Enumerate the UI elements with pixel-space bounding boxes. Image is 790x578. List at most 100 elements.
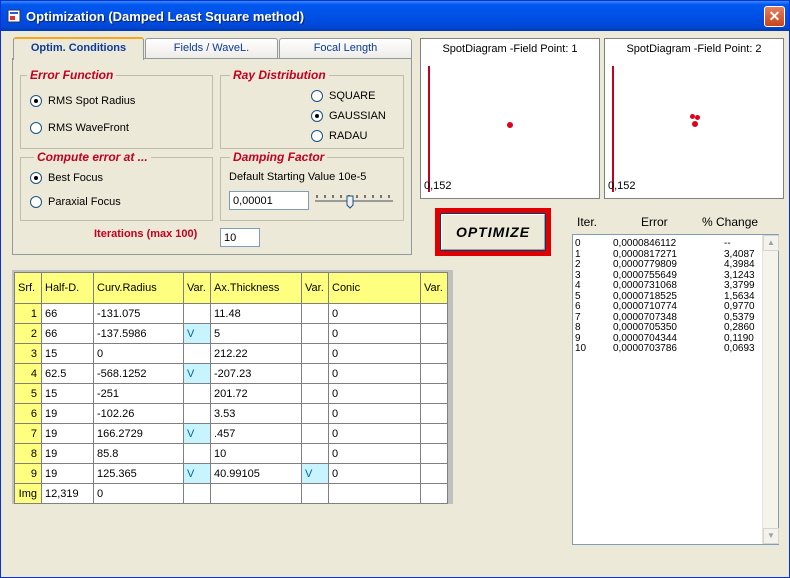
col-header-ax-thickness: Ax.Thickness xyxy=(210,272,302,304)
cell-ax-thickness[interactable]: .457 xyxy=(210,423,302,444)
cell-var-thick[interactable] xyxy=(301,343,329,364)
cell-ax-thickness[interactable]: 10 xyxy=(210,443,302,464)
cell-ax-thickness[interactable]: 212.22 xyxy=(210,343,302,364)
cell-var-conic[interactable] xyxy=(420,323,448,344)
cell-var-conic[interactable] xyxy=(420,443,448,464)
cell-curv-radius[interactable]: -102.26 xyxy=(93,403,184,424)
radio-rms-spot-radius[interactable]: RMS Spot Radius xyxy=(30,95,135,107)
cell-ax-thickness[interactable]: 201.72 xyxy=(210,383,302,404)
cell-conic[interactable]: 0 xyxy=(328,363,421,384)
cell-var-curv[interactable] xyxy=(183,483,211,504)
damping-slider[interactable] xyxy=(313,192,395,210)
cell-ax-thickness[interactable]: -207.23 xyxy=(210,363,302,384)
cell-conic[interactable]: 0 xyxy=(328,303,421,324)
cell-ax-thickness[interactable]: 3.53 xyxy=(210,403,302,424)
cell-var-conic[interactable] xyxy=(420,483,448,504)
iterations-input[interactable]: 10 xyxy=(220,228,260,247)
radio-radau[interactable]: RADAU xyxy=(311,130,368,142)
radio-paraxial-focus[interactable]: Paraxial Focus xyxy=(30,196,121,208)
change-header: % Change xyxy=(702,215,759,229)
iter-error: 0,0000731068 xyxy=(613,280,677,291)
cell-curv-radius[interactable]: -568.1252 xyxy=(93,363,184,384)
cell-curv-radius[interactable]: -251 xyxy=(93,383,184,404)
cell-curv-radius[interactable]: -131.075 xyxy=(93,303,184,324)
cell-half-d[interactable]: 12,319 xyxy=(41,483,94,504)
cell-half-d[interactable]: 19 xyxy=(41,423,94,444)
cell-var-thick[interactable] xyxy=(301,383,329,404)
cell-conic[interactable]: 0 xyxy=(328,403,421,424)
cell-srf: 5 xyxy=(14,383,42,404)
cell-var-curv[interactable] xyxy=(183,383,211,404)
cell-var-conic[interactable] xyxy=(420,363,448,384)
cell-curv-radius[interactable]: 125.365 xyxy=(93,463,184,484)
scroll-up-icon[interactable]: ▲ xyxy=(763,235,779,251)
tab-focal-length[interactable]: Focal Length xyxy=(279,38,412,59)
cell-ax-thickness[interactable]: 5 xyxy=(210,323,302,344)
cell-ax-thickness[interactable]: 11.48 xyxy=(210,303,302,324)
cell-half-d[interactable]: 66 xyxy=(41,323,94,344)
cell-var-curv[interactable] xyxy=(183,303,211,324)
cell-var-curv[interactable] xyxy=(183,403,211,424)
cell-var-conic[interactable] xyxy=(420,423,448,444)
cell-var-curv[interactable] xyxy=(183,343,211,364)
tab-optim-conditions[interactable]: Optim. Conditions xyxy=(13,37,144,60)
tab-fields-wavel[interactable]: Fields / WaveL. xyxy=(145,38,278,59)
scroll-down-icon[interactable]: ▼ xyxy=(763,528,779,544)
radio-best-focus[interactable]: Best Focus xyxy=(30,172,103,184)
cell-var-curv[interactable] xyxy=(183,443,211,464)
cell-var-conic[interactable] xyxy=(420,343,448,364)
radio-icon xyxy=(30,122,42,134)
cell-conic[interactable]: 0 xyxy=(328,383,421,404)
cell-conic[interactable]: 0 xyxy=(328,423,421,444)
col-header-var: Var. xyxy=(420,272,448,304)
radio-gaussian[interactable]: GAUSSIAN xyxy=(311,110,386,122)
cell-var-thick[interactable] xyxy=(301,303,329,324)
close-button[interactable]: ✕ xyxy=(764,6,785,27)
cell-curv-radius[interactable]: 85.8 xyxy=(93,443,184,464)
cell-half-d[interactable]: 62.5 xyxy=(41,363,94,384)
cell-var-thick[interactable] xyxy=(301,323,329,344)
list-scrollbar[interactable]: ▲ ▼ xyxy=(762,235,779,544)
cell-half-d[interactable]: 19 xyxy=(41,403,94,424)
cell-conic[interactable]: 0 xyxy=(328,323,421,344)
cell-conic[interactable]: 0 xyxy=(328,463,421,484)
cell-var-conic[interactable] xyxy=(420,383,448,404)
cell-var-conic[interactable] xyxy=(420,403,448,424)
cell-conic[interactable]: 0 xyxy=(328,443,421,464)
cell-half-d[interactable]: 15 xyxy=(41,343,94,364)
error-function-group: Error Function RMS Spot Radius RMS WaveF… xyxy=(20,68,213,149)
cell-ax-thickness[interactable] xyxy=(210,483,302,504)
cell-curv-radius[interactable]: 166.2729 xyxy=(93,423,184,444)
radio-square[interactable]: SQUARE xyxy=(311,90,375,102)
cell-var-thick[interactable] xyxy=(301,483,329,504)
optimize-button[interactable]: OPTIMIZE xyxy=(440,213,546,251)
title-bar[interactable]: Optimization (Damped Least Square method… xyxy=(1,1,789,31)
damping-value-input[interactable]: 0,00001 xyxy=(229,191,309,210)
cell-var-curv[interactable]: V xyxy=(183,323,211,344)
cell-ax-thickness[interactable]: 40.99105 xyxy=(210,463,302,484)
cell-half-d[interactable]: 19 xyxy=(41,463,94,484)
cell-var-thick[interactable] xyxy=(301,363,329,384)
cell-var-curv[interactable]: V xyxy=(183,463,211,484)
cell-curv-radius[interactable]: 0 xyxy=(93,483,184,504)
cell-var-curv[interactable]: V xyxy=(183,423,211,444)
cell-half-d[interactable]: 15 xyxy=(41,383,94,404)
iter-change: 0,9770 xyxy=(724,301,755,312)
cell-curv-radius[interactable]: 0 xyxy=(93,343,184,364)
cell-var-conic[interactable] xyxy=(420,303,448,324)
cell-var-curv[interactable]: V xyxy=(183,363,211,384)
cell-curv-radius[interactable]: -137.5986 xyxy=(93,323,184,344)
cell-half-d[interactable]: 19 xyxy=(41,443,94,464)
spot-point xyxy=(695,115,700,120)
cell-half-d[interactable]: 66 xyxy=(41,303,94,324)
iterations-listbox[interactable]: 0 0,0000846112 -- 1 0,0000817271 3,4087 2 0,000… xyxy=(572,234,779,545)
close-icon: ✕ xyxy=(768,8,781,24)
cell-var-thick[interactable] xyxy=(301,443,329,464)
cell-conic[interactable] xyxy=(328,483,421,504)
radio-rms-wavefront[interactable]: RMS WaveFront xyxy=(30,122,129,134)
cell-var-conic[interactable] xyxy=(420,463,448,484)
cell-var-thick[interactable]: V xyxy=(301,463,329,484)
cell-var-thick[interactable] xyxy=(301,423,329,444)
cell-conic[interactable]: 0 xyxy=(328,343,421,364)
cell-var-thick[interactable] xyxy=(301,403,329,424)
